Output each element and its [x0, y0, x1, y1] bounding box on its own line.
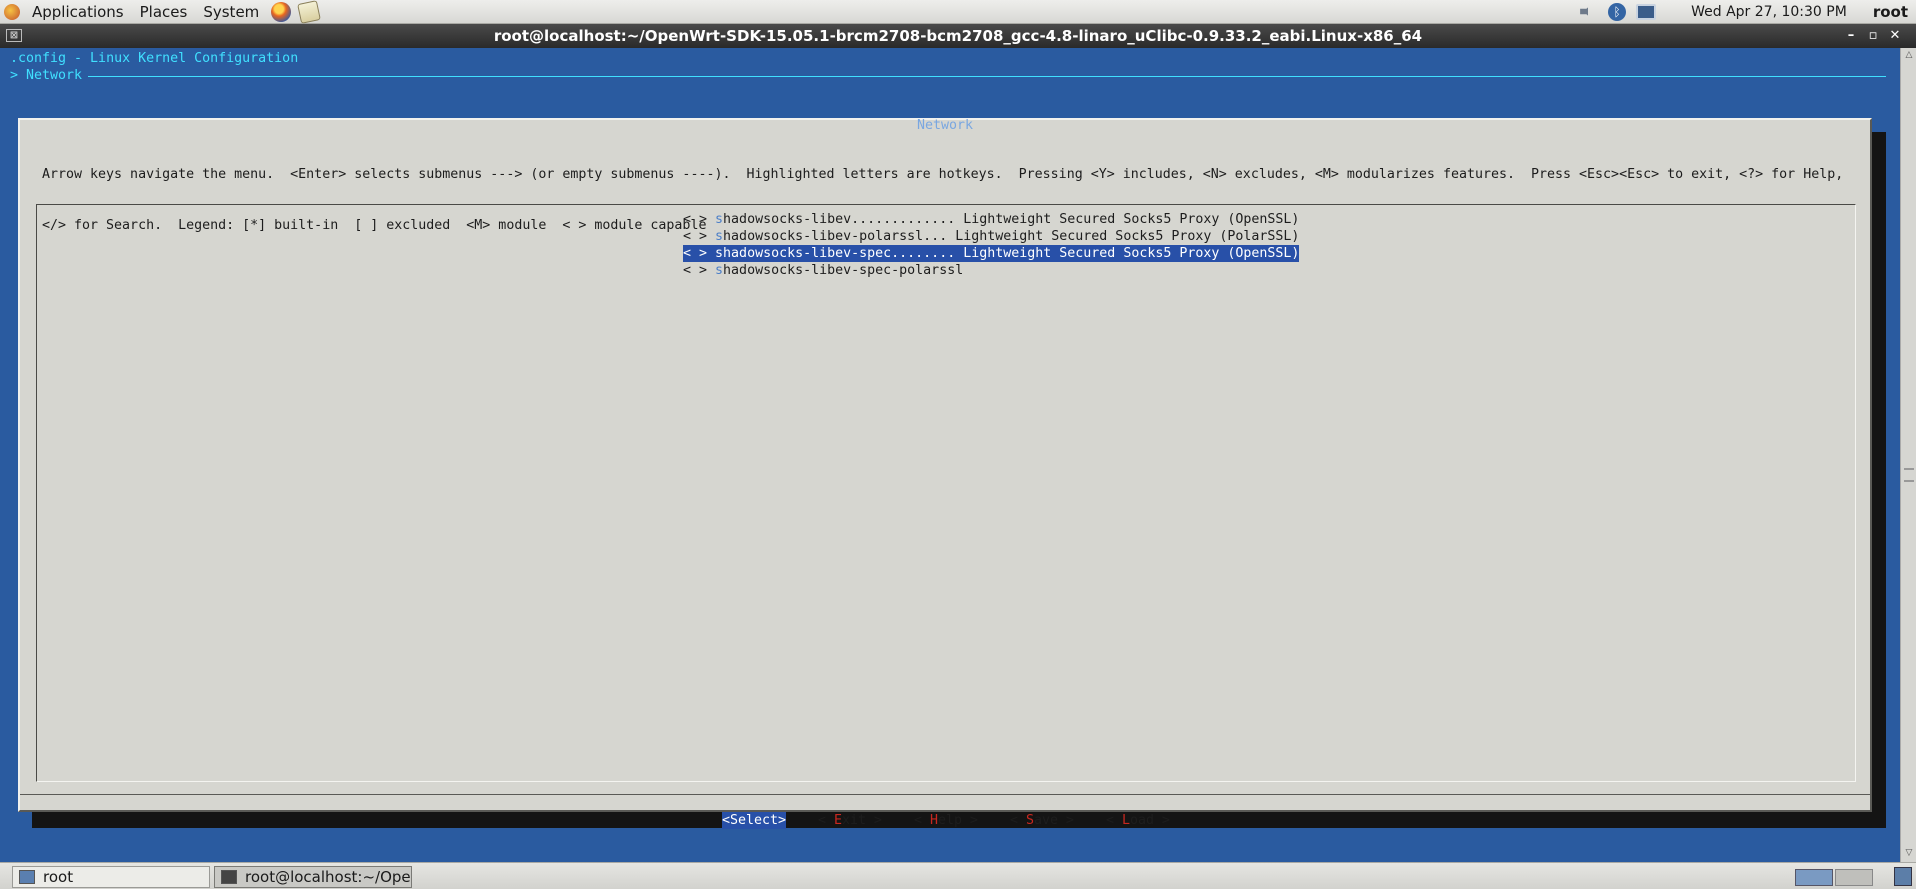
- hotkey-letter: s: [715, 212, 724, 227]
- terminal-screen[interactable]: .config - Linux Kernel Configuration > N…: [0, 48, 1900, 862]
- button-label: xit >: [842, 813, 883, 828]
- menu-item-label: hadowsocks-libev-polarssl... Lightweight…: [723, 229, 1300, 244]
- window-titlebar[interactable]: ⊠ root@localhost:~/OpenWrt-SDK-15.05.1-b…: [0, 24, 1916, 48]
- hotkey-letter: E: [834, 813, 843, 828]
- load-button[interactable]: < Load >: [1106, 812, 1170, 829]
- window-title: root@localhost:~/OpenWrt-SDK-15.05.1-brc…: [493, 27, 1423, 45]
- menu-item-shadowsocks-libev[interactable]: < > shadowsocks-libev............. Light…: [683, 211, 1299, 228]
- menu-item-label: hadowsocks-libev............. Lightweigh…: [723, 212, 1300, 227]
- maximize-button[interactable]: ▫: [1862, 24, 1884, 48]
- trash-icon[interactable]: [1894, 867, 1912, 886]
- button-bracket: <: [1010, 813, 1027, 828]
- system-menu[interactable]: System: [195, 0, 267, 24]
- hotkey-letter: L: [1122, 813, 1131, 828]
- button-label: ave >: [1034, 813, 1075, 828]
- dialog-separator: [20, 794, 1870, 795]
- help-button[interactable]: < Help >: [914, 812, 978, 829]
- menu-item-shadowsocks-libev-polarssl[interactable]: < > shadowsocks-libev-polarssl... Lightw…: [683, 228, 1299, 245]
- workspace-2-switcher[interactable]: [1835, 869, 1873, 886]
- exit-button[interactable]: < Exit >: [818, 812, 882, 829]
- scrollbar-grip[interactable]: [1904, 468, 1914, 482]
- taskbar-item-label: root: [43, 868, 74, 886]
- button-label: elp >: [938, 813, 979, 828]
- hotkey-letter: H: [930, 813, 939, 828]
- menu-item-shadowsocks-libev-spec[interactable]: < > shadowsocks-libev-spec........ Light…: [683, 245, 1300, 262]
- button-bar: <Select> < Exit > < Help > < Save > < Lo…: [20, 812, 1870, 829]
- dialog-title: Network: [916, 118, 974, 133]
- button-bracket: <: [818, 813, 835, 828]
- applications-icon[interactable]: [4, 3, 20, 20]
- menu-item-shadowsocks-libev-spec-polarssl[interactable]: < > shadowsocks-libev-spec-polarssl: [683, 262, 963, 279]
- menu-item-label: hadowsocks-libev-spec-polarssl: [723, 263, 964, 278]
- terminal-icon: [221, 870, 237, 884]
- volume-icon[interactable]: [1580, 2, 1594, 21]
- user-menu[interactable]: root: [1873, 3, 1908, 21]
- hotkey-letter: S: [1026, 813, 1035, 828]
- help-line: Arrow keys navigate the menu. <Enter> se…: [42, 167, 1844, 182]
- option-state: < >: [683, 263, 716, 278]
- folder-icon: [19, 870, 35, 884]
- dialog-shadow-right: [1872, 132, 1886, 828]
- taskbar-item-desktop[interactable]: root: [12, 866, 210, 888]
- network-icon[interactable]: [1636, 3, 1657, 20]
- terminal-scrollbar[interactable]: △ ▽: [1900, 48, 1916, 862]
- option-state: < >: [683, 229, 716, 244]
- bottom-taskbar: root root@localhost:~/Ope...: [0, 862, 1916, 889]
- places-menu[interactable]: Places: [132, 0, 196, 24]
- minimize-button[interactable]: –: [1840, 24, 1862, 48]
- breadcrumb-rule: [88, 76, 1886, 77]
- menuconfig-dialog: Network Arrow keys navigate the menu. <E…: [18, 118, 1872, 829]
- breadcrumb: > Network: [10, 68, 83, 83]
- hotkey-letter: s: [715, 263, 724, 278]
- taskbar-item-terminal[interactable]: root@localhost:~/Ope...: [214, 866, 412, 888]
- scroll-down-icon[interactable]: ▽: [1903, 848, 1915, 860]
- workspace-1-switcher[interactable]: [1795, 869, 1833, 886]
- clock[interactable]: Wed Apr 27, 10:30 PM: [1691, 4, 1847, 20]
- button-label: oad >: [1130, 813, 1171, 828]
- hotkey-letter: s: [715, 229, 724, 244]
- select-button[interactable]: <Select>: [722, 812, 787, 829]
- scroll-up-icon[interactable]: △: [1903, 50, 1915, 62]
- taskbar-item-label: root@localhost:~/Ope...: [245, 868, 412, 886]
- config-title: .config - Linux Kernel Configuration: [10, 51, 299, 66]
- hotkey-letter: s: [715, 246, 724, 261]
- close-button[interactable]: ✕: [1884, 24, 1906, 48]
- menu-list: < > shadowsocks-libev............. Light…: [36, 204, 1856, 782]
- terminal-window: ⊠ root@localhost:~/OpenWrt-SDK-15.05.1-b…: [0, 24, 1916, 862]
- save-button[interactable]: < Save >: [1010, 812, 1074, 829]
- button-bracket: <: [914, 813, 931, 828]
- top-panel: Applications Places System ᛒ Wed Apr 27,…: [0, 0, 1916, 24]
- bluetooth-icon[interactable]: ᛒ: [1608, 2, 1627, 21]
- applications-menu[interactable]: Applications: [24, 0, 132, 24]
- firefox-launcher-icon[interactable]: [271, 1, 292, 22]
- window-menu-icon[interactable]: ⊠: [6, 29, 22, 42]
- option-state: < >: [683, 212, 716, 227]
- button-bracket: <: [1106, 813, 1123, 828]
- menu-item-label: hadowsocks-libev-spec........ Lightweigh…: [723, 246, 1300, 261]
- notes-launcher-icon[interactable]: [297, 0, 322, 24]
- option-state: < >: [683, 246, 716, 261]
